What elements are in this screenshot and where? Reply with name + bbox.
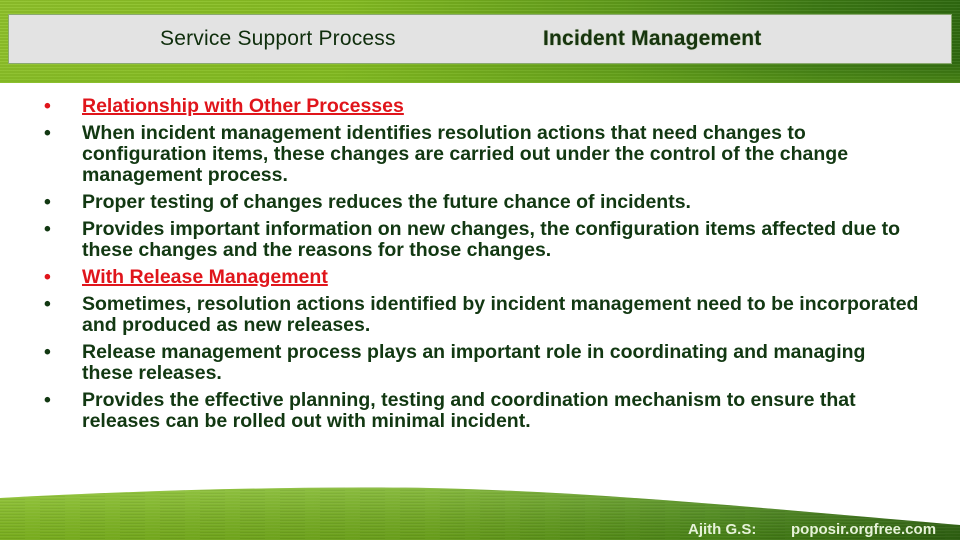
bullet-item: • When incident management identifies res… (0, 123, 960, 186)
slide-title: Incident Management (543, 27, 762, 50)
footer-website-link[interactable]: poposir.orgfree.com (791, 521, 936, 538)
bullet-text: When incident management identifies reso… (82, 122, 849, 186)
bullet-item: • Release management process plays an imp… (0, 342, 960, 384)
bullet-icon: • (44, 389, 51, 411)
bullet-text: Sometimes, resolution actions identified… (82, 293, 919, 336)
bullet-text: Proper testing of changes reduces the fu… (82, 191, 691, 213)
bullet-icon: • (44, 218, 51, 240)
bullet-icon: • (44, 95, 51, 117)
bullet-item: • Sometimes, resolution actions identifie… (0, 294, 960, 336)
title-bar (8, 14, 952, 64)
bullet-list: • Relationship with Other Processes • When… (0, 96, 960, 432)
bullet-heading-text: With Release Management (82, 266, 328, 288)
bullet-item: • Provides important information on new c… (0, 219, 960, 261)
slide-content: • Relationship with Other Processes • When… (0, 96, 960, 438)
bullet-item: • Proper testing of changes reduces the f… (0, 192, 960, 213)
bullet-text: Provides the effective planning, testing… (82, 389, 856, 432)
bullet-item: • Provides the effective planning, testin… (0, 390, 960, 432)
section-title: Service Support Process (160, 27, 396, 50)
bullet-icon: • (44, 122, 51, 144)
footer-author: Ajith G.S: (688, 521, 757, 538)
bullet-icon: • (44, 266, 51, 288)
bullet-icon: • (44, 293, 51, 315)
bullet-item: • Relationship with Other Processes (0, 96, 960, 117)
bullet-text: Release management process plays an impo… (82, 341, 866, 384)
bullet-heading-text: Relationship with Other Processes (82, 95, 404, 117)
bullet-icon: • (44, 191, 51, 213)
bullet-text: Provides important information on new ch… (82, 218, 901, 261)
bullet-icon: • (44, 341, 51, 363)
bullet-item: • With Release Management (0, 267, 960, 288)
